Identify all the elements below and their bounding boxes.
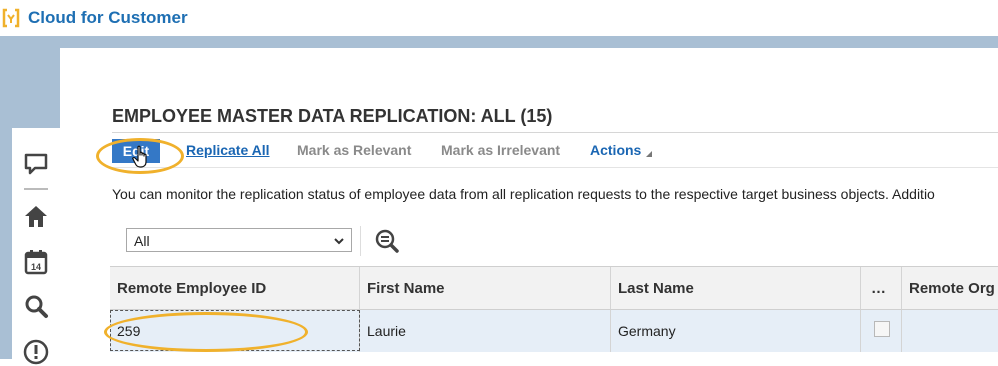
toolbar: Edit Replicate All Mark as Relevant Mark… (112, 132, 998, 168)
app-title: Cloud for Customer (28, 8, 188, 27)
calendar-icon[interactable]: 14 (22, 248, 50, 276)
menu-caret-icon (646, 151, 653, 157)
home-icon[interactable] (22, 202, 50, 230)
page-title: EMPLOYEE MASTER DATA REPLICATION: ALL (1… (112, 106, 553, 126)
mark-as-irrelevant-button[interactable]: Mark as Irrelevant (441, 142, 560, 158)
highlight-ring-row (104, 312, 308, 352)
calendar-day: 14 (31, 262, 41, 272)
column-header-more[interactable]: … (861, 267, 902, 310)
column-header-remote-org[interactable]: Remote Org (902, 267, 998, 310)
mark-as-relevant-button[interactable]: Mark as Relevant (297, 142, 411, 158)
column-header-last-name[interactable]: Last Name (611, 267, 861, 310)
top-bar: Cloud for Customer (0, 0, 998, 36)
filter-divider (360, 226, 361, 256)
filter-select[interactable]: All (126, 228, 352, 252)
actions-label: Actions (590, 142, 642, 158)
filter-selected-value: All (134, 233, 150, 249)
last-name-cell[interactable]: Germany (611, 310, 861, 352)
page-description: You can monitor the replication status o… (112, 186, 935, 202)
chevron-down-icon (334, 238, 344, 245)
column-header-remote-employee-id[interactable]: Remote Employee ID (110, 267, 360, 310)
nav-divider (24, 188, 48, 190)
replicate-all-link[interactable]: Replicate All (186, 142, 270, 158)
actions-menu[interactable]: Actions (590, 142, 653, 158)
remote-org-cell (902, 310, 998, 352)
alert-icon[interactable] (22, 338, 50, 366)
sap-logo-icon (2, 8, 20, 28)
zoom-icon[interactable] (374, 228, 400, 254)
column-header-first-name[interactable]: First Name (360, 267, 611, 310)
feed-icon[interactable] (22, 150, 50, 178)
first-name-cell[interactable]: Laurie (360, 310, 611, 352)
hand-cursor-icon (132, 145, 147, 168)
row-checkbox[interactable] (874, 321, 890, 337)
search-icon[interactable] (22, 292, 50, 320)
left-navigation: 14 (12, 128, 60, 365)
